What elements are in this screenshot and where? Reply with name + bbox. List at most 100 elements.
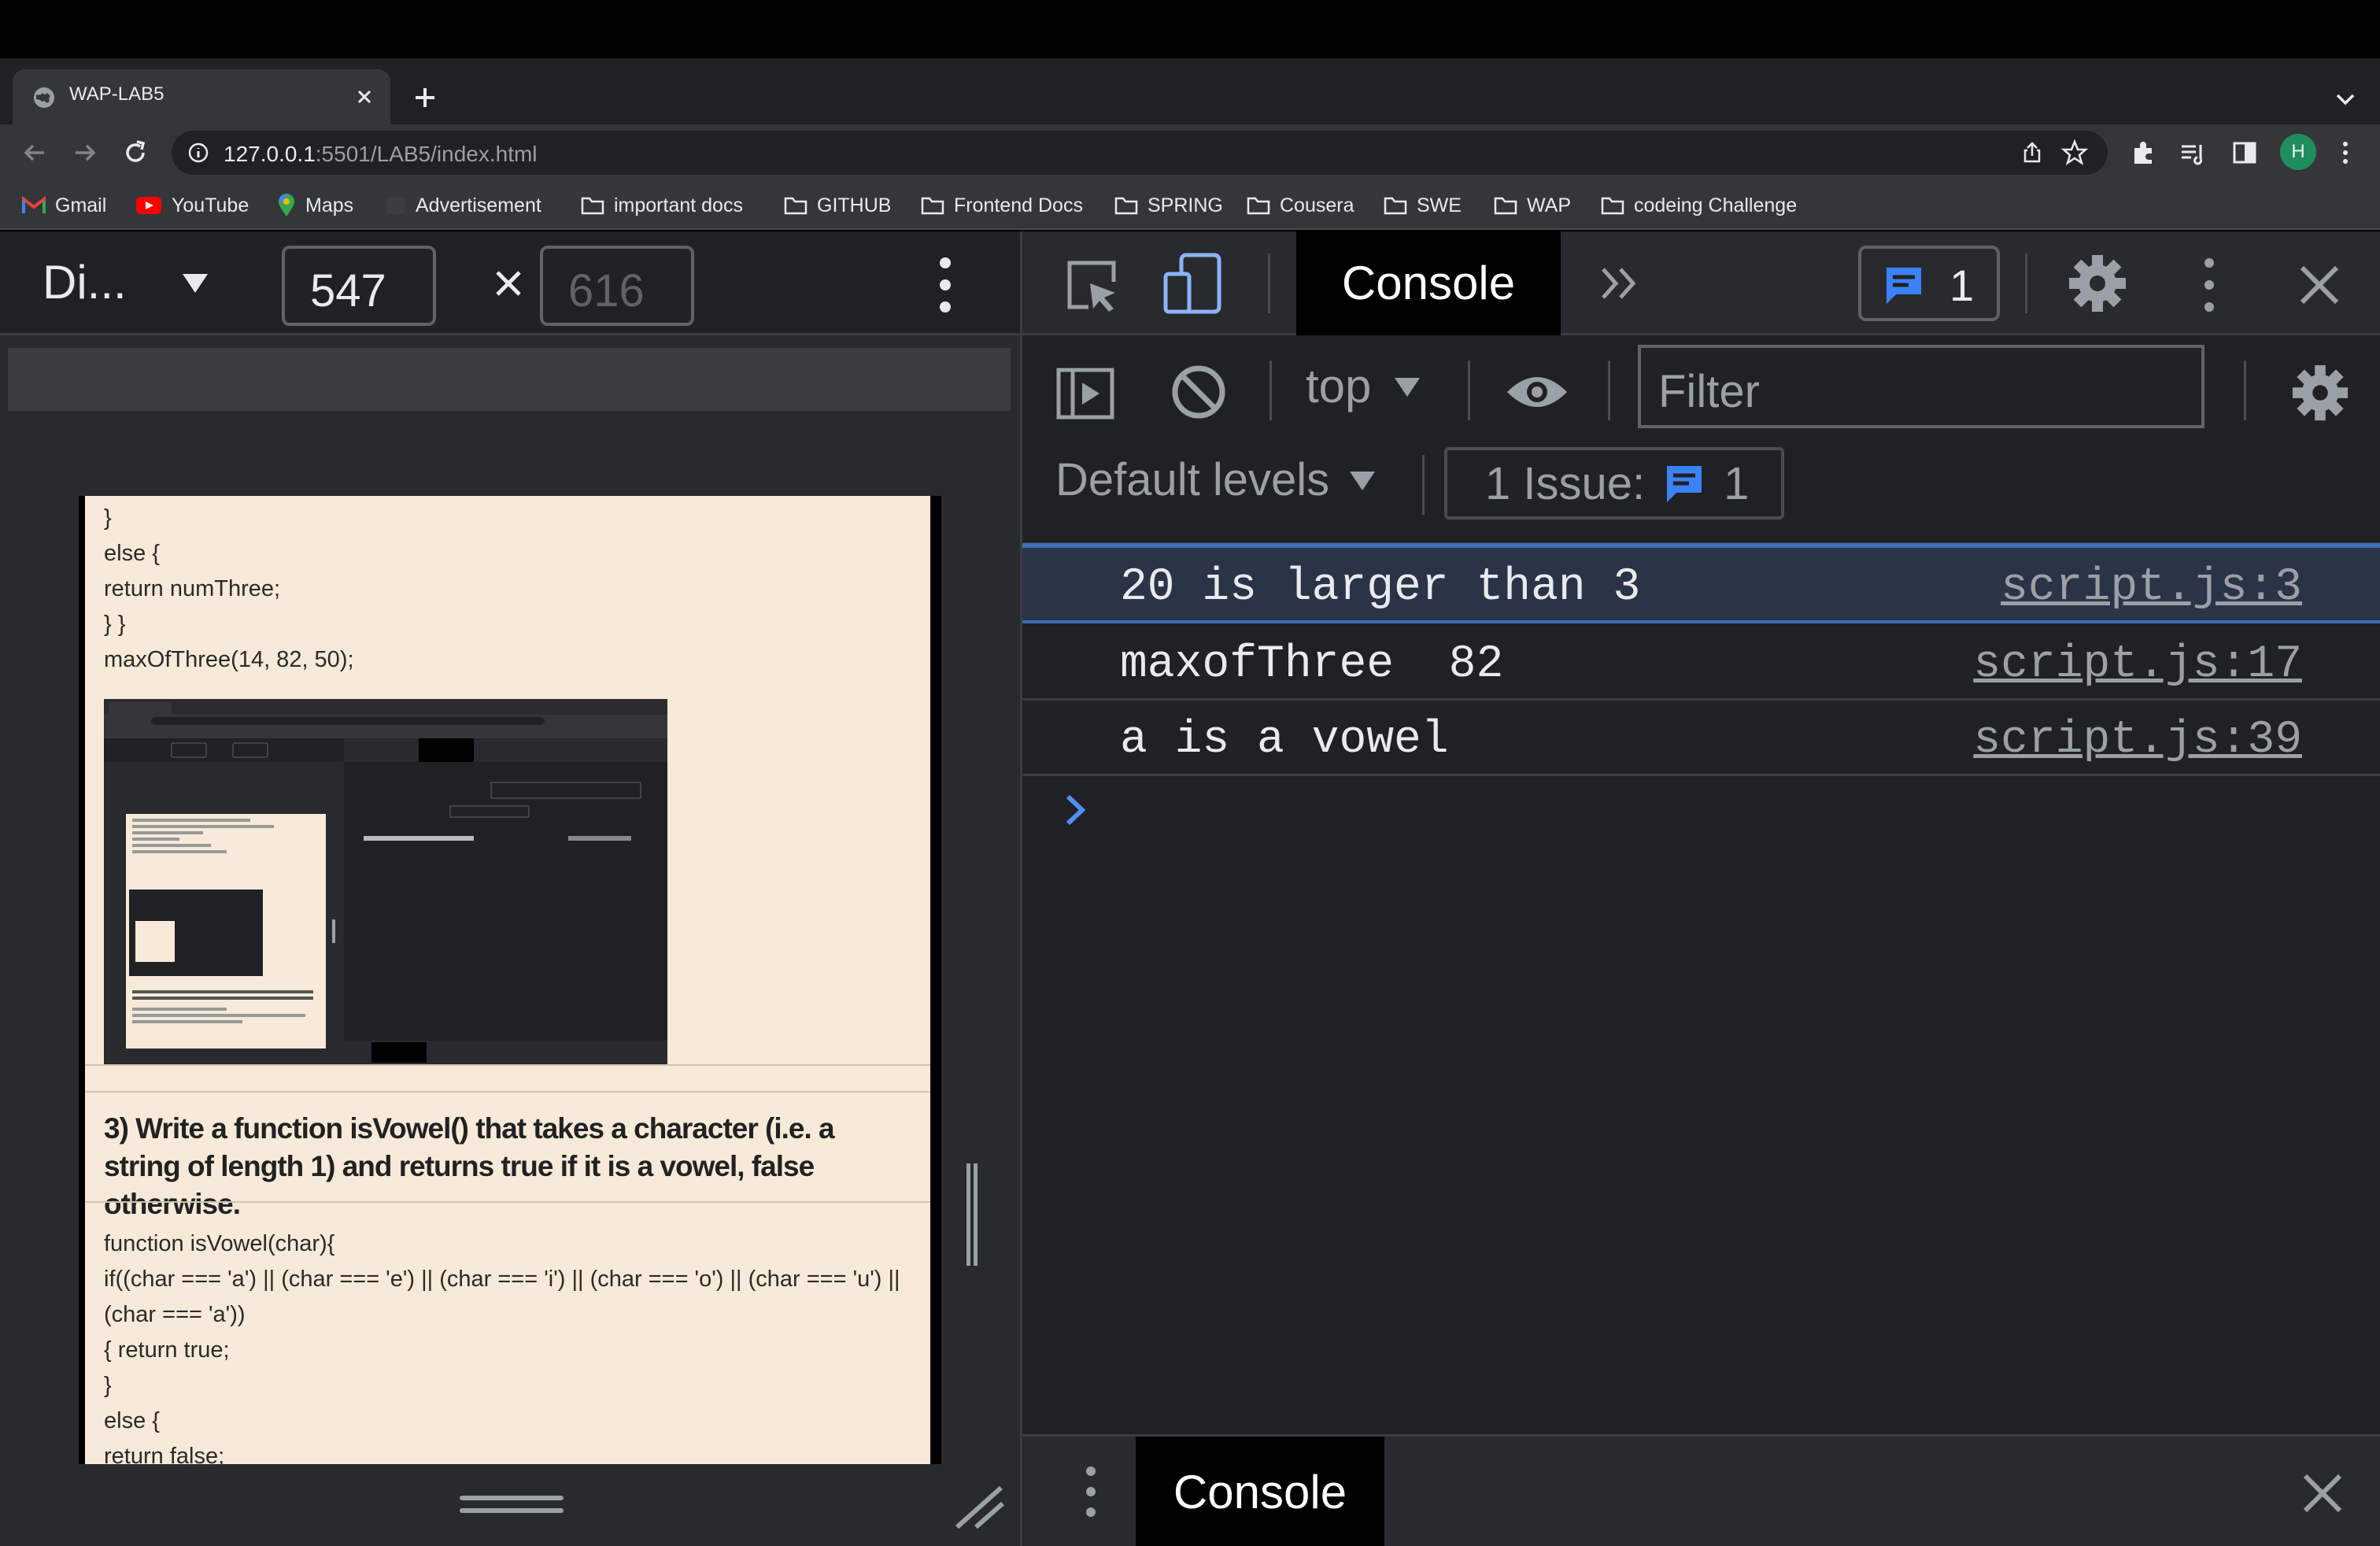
emulated-viewport[interactable]: } else { return numThree; } } maxOfThree…	[79, 496, 941, 1464]
share-icon[interactable]	[2020, 140, 2045, 165]
caret-down-icon[interactable]	[179, 269, 211, 298]
close-icon[interactable]	[2294, 260, 2345, 310]
issues-count-button[interactable]: 1 Issue: 1	[1444, 447, 1784, 520]
inspect-element-icon[interactable]	[1062, 255, 1122, 315]
log-levels-select[interactable]: Default levels	[1055, 453, 1377, 506]
globe-icon	[34, 87, 54, 108]
bookmark-frontend-docs[interactable]: Frontend Docs	[921, 192, 1083, 219]
more-options-icon[interactable]	[933, 253, 957, 316]
address-bar[interactable]: 127.0.0.1:5501/LAB5/index.html	[172, 131, 2108, 175]
console-toolbar: top Filter Default levels 1 Issue: 1	[1022, 337, 2380, 545]
bookmark-youtube[interactable]: YouTube	[135, 192, 249, 219]
close-icon[interactable]	[353, 85, 376, 109]
folder-icon	[921, 197, 944, 215]
bookmark-label: SPRING	[1148, 194, 1223, 216]
console-message-source-link[interactable]: script.js:17	[1973, 639, 2302, 690]
issues-badge-button[interactable]: 1	[1858, 246, 2000, 321]
media-query-bar[interactable]	[8, 348, 1011, 411]
eye-icon[interactable]	[1504, 368, 1570, 416]
divider	[85, 1201, 930, 1203]
console-drawer: Console	[1022, 1434, 2380, 1546]
side-panel-icon[interactable]	[2229, 137, 2260, 168]
folder-icon	[581, 197, 604, 215]
reading-list-icon[interactable]	[2177, 137, 2208, 168]
console-message-source-link[interactable]: script.js:39	[1973, 715, 2302, 766]
tab-strip: WAP-LAB5	[0, 58, 2380, 124]
viewport-resize-corner-icon[interactable]	[952, 1483, 1007, 1530]
console-message: 20 is larger than 3 script.js:3	[1022, 548, 2380, 623]
bookmark-label: WAP	[1527, 194, 1572, 216]
console-prompt-chevron-icon[interactable]	[1060, 792, 1092, 828]
console-message: maxofThree 82 script.js:17	[1022, 625, 2380, 701]
bookmark-label: GITHUB	[817, 194, 892, 216]
bookmark-label: important docs	[614, 194, 743, 216]
code-line: }	[104, 505, 112, 531]
console-message: a is a vowel script.js:39	[1022, 701, 2380, 776]
bookmark-swe[interactable]: SWE	[1384, 192, 1462, 219]
close-icon[interactable]	[2297, 1468, 2348, 1518]
console-message-text: maxofThree 82	[1120, 639, 1504, 690]
separator	[1268, 253, 1270, 313]
device-select[interactable]: Di...	[42, 255, 127, 309]
console-message-text: 20 is larger than 3	[1120, 562, 1641, 613]
sidebar-toggle-icon[interactable]	[1054, 362, 1117, 425]
new-tab-plus-icon[interactable]	[409, 82, 441, 113]
browser-tab[interactable]: WAP-LAB5	[13, 69, 390, 124]
bookmark-gmail[interactable]: Gmail	[22, 192, 106, 219]
context-select[interactable]: top	[1306, 359, 1421, 413]
browser-menu-icon[interactable]	[2330, 137, 2361, 168]
bookmark-advertisement[interactable]: Advertisement	[386, 192, 541, 219]
device-toggle-icon[interactable]	[1161, 250, 1224, 316]
filter-input[interactable]: Filter	[1638, 345, 2204, 428]
divider	[85, 1064, 930, 1066]
gear-icon[interactable]	[2066, 252, 2129, 315]
code-line: return false;	[104, 1444, 225, 1464]
chevron-down-icon[interactable]	[2331, 85, 2360, 113]
youtube-icon	[136, 197, 161, 214]
separator	[1422, 455, 1425, 515]
top-black-strip	[0, 0, 2380, 58]
device-toolbar: Di... 547 616	[0, 231, 1020, 335]
more-options-icon[interactable]	[2200, 255, 2219, 315]
gear-icon[interactable]	[2289, 362, 2351, 423]
times-icon	[496, 271, 521, 296]
code-line: else {	[104, 541, 160, 566]
viewport-resize-handle-bottom[interactable]	[460, 1491, 564, 1518]
embedded-screenshot-image	[104, 699, 667, 1064]
folder-icon	[1601, 197, 1624, 215]
browser-toolbar: 127.0.0.1:5501/LAB5/index.html H	[0, 124, 2380, 181]
tab-console[interactable]: Console	[1296, 231, 1561, 335]
more-tabs-chevron-icon[interactable]	[1595, 260, 1643, 307]
bookmark-codeing-challenge[interactable]: codeing Challenge	[1601, 192, 1797, 219]
profile-avatar[interactable]: H	[2280, 134, 2316, 170]
console-message-source-link[interactable]: script.js:3	[2001, 562, 2302, 613]
code-line: return numThree;	[104, 576, 281, 601]
issues-badge-count: 1	[1949, 261, 1975, 310]
bookmark-cousera[interactable]: Cousera	[1247, 192, 1354, 219]
divider	[85, 1091, 930, 1093]
viewport-resize-handle-right[interactable]	[966, 1163, 978, 1266]
bookmark-star-icon[interactable]	[2060, 139, 2089, 167]
width-input[interactable]: 547	[282, 246, 436, 326]
bookmark-spring[interactable]: SPRING	[1114, 192, 1223, 219]
maps-icon	[279, 194, 294, 216]
bookmark-maps[interactable]: Maps	[277, 192, 353, 219]
more-options-icon[interactable]	[1082, 1463, 1099, 1520]
bookmark-github[interactable]: GITHUB	[784, 192, 891, 219]
drawer-tab-console[interactable]: Console	[1136, 1437, 1384, 1546]
back-arrow-icon[interactable]	[19, 137, 50, 168]
bookmark-label: Cousera	[1280, 194, 1354, 216]
extensions-puzzle-icon[interactable]	[2128, 137, 2160, 168]
code-line: }	[104, 1373, 112, 1398]
url-text[interactable]: 127.0.0.1:5501/LAB5/index.html	[224, 142, 538, 167]
forward-arrow-icon[interactable]	[69, 137, 101, 168]
bookmark-important-docs[interactable]: important docs	[581, 192, 743, 219]
clear-console-icon[interactable]	[1169, 362, 1229, 422]
bookmark-label: Maps	[305, 194, 354, 216]
message-icon	[1667, 466, 1702, 502]
bookmark-wap[interactable]: WAP	[1494, 192, 1571, 219]
site-info-icon[interactable]	[186, 140, 211, 165]
reload-icon[interactable]	[120, 137, 151, 168]
message-icon	[1887, 268, 1921, 304]
height-input[interactable]: 616	[540, 246, 694, 326]
